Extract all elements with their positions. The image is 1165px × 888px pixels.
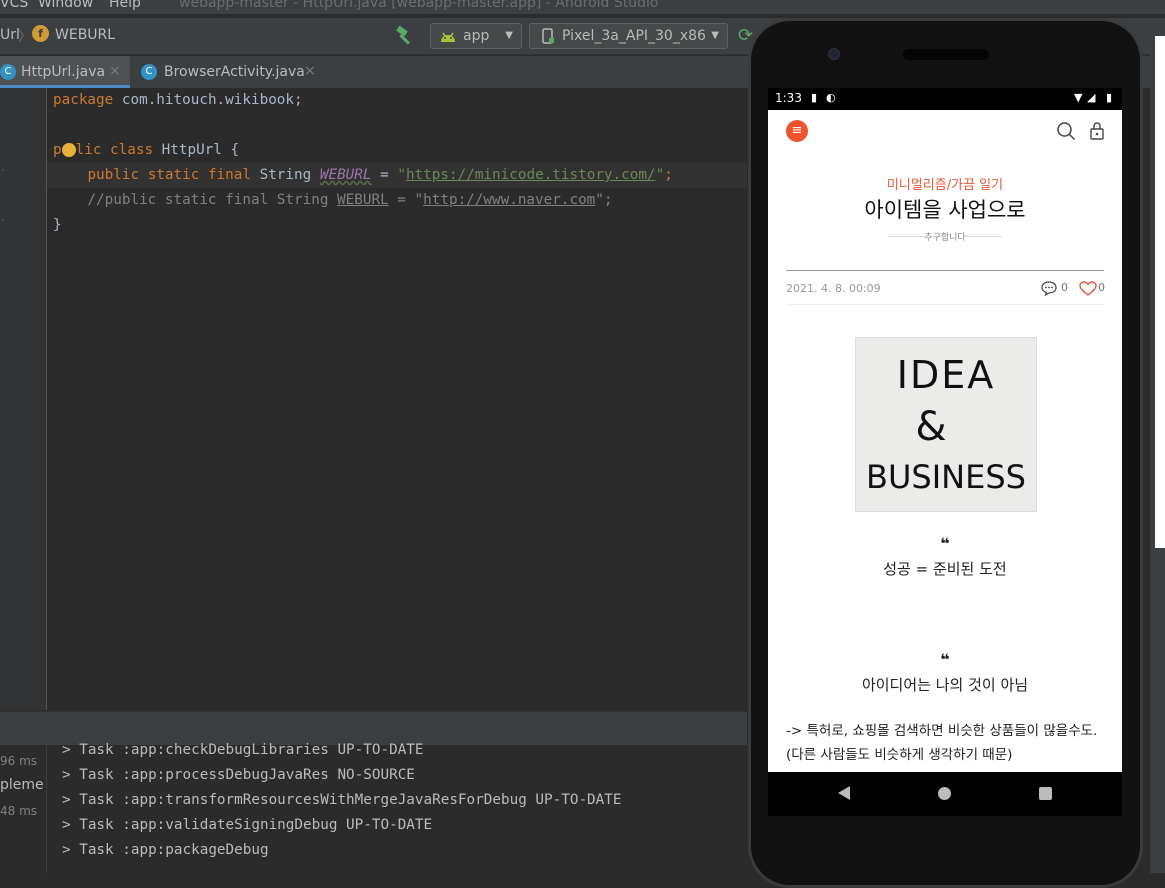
build-time: 48 ms: [0, 804, 38, 818]
run-config-label: app: [463, 28, 490, 44]
menu-window[interactable]: Window: [38, 0, 93, 11]
hamburger-menu-button[interactable]: ≡: [786, 120, 808, 142]
back-icon[interactable]: [838, 786, 850, 800]
close-icon[interactable]: ×: [304, 63, 316, 79]
svg-text:IDEA: IDEA: [897, 353, 995, 397]
code-line: //public static final String WEBURL = "h…: [53, 192, 613, 208]
menu-vcs[interactable]: VCS: [0, 0, 28, 11]
post-subtitle: 추구합니다: [768, 230, 1122, 243]
menu-help[interactable]: Help: [109, 0, 141, 11]
post-date: 2021. 4. 8. 00:09: [786, 282, 881, 295]
menu-bar: VCS Window Help webapp-master - HttpUrl.…: [0, 0, 1165, 14]
device-select[interactable]: Pixel_3a_API_30_x86 ▼: [529, 23, 728, 49]
breadcrumb-separator: 〉: [18, 29, 32, 45]
lock-icon[interactable]: [1089, 121, 1105, 141]
lightbulb-icon[interactable]: [61, 143, 76, 157]
heart-icon[interactable]: [1079, 281, 1097, 296]
quote-text: 아이디어는 나의 것이 아님: [861, 676, 1029, 694]
divider: [786, 304, 1104, 305]
post-image: IDEA & BUSINESS: [855, 337, 1037, 512]
comment-icon[interactable]: [1041, 281, 1057, 296]
wifi-icon: ▼: [1074, 91, 1083, 104]
breadcrumb-file[interactable]: Url: [0, 27, 20, 43]
chevron-down-icon: ▼: [505, 30, 513, 41]
gutter-marker: ˙: [0, 168, 6, 182]
build-tree[interactable]: 96 ms pleme 48 ms: [0, 745, 47, 873]
build-hammer-icon[interactable]: [394, 24, 416, 46]
code-line: }: [53, 217, 62, 233]
android-navigation-bar: [768, 772, 1122, 816]
status-time: 1:33: [775, 91, 802, 105]
like-count: 0: [1098, 281, 1105, 294]
search-icon[interactable]: [1056, 121, 1076, 141]
front-camera: [828, 48, 840, 60]
right-tool-strip: [1150, 18, 1165, 873]
field-icon: f: [32, 25, 49, 42]
signal-icon: ◢: [1087, 91, 1096, 104]
device-label: Pixel_3a_API_30_x86: [562, 28, 706, 44]
gutter-marker: ˙: [0, 218, 6, 232]
code-line: package com.hitouch.wikibook;: [53, 92, 303, 108]
post-title: 아이템을 사업으로: [864, 198, 1026, 222]
tab-httpurl[interactable]: C HttpUrl.java ×: [0, 56, 130, 88]
quote-icon: ❝: [940, 534, 950, 553]
divider: [888, 236, 926, 237]
class-icon: C: [141, 64, 157, 80]
chevron-down-icon: ▼: [711, 30, 719, 41]
comment-count: 0: [1061, 281, 1068, 294]
divider: [964, 236, 1002, 237]
quote-icon: ❝: [940, 650, 950, 669]
phone-screen: ≡ 미니멀리즘/가끔 일기 아이템을 사업으로 추구합니다 2021. 4. 8…: [768, 110, 1122, 772]
post-category[interactable]: 미니멀리즘/가끔 일기: [768, 174, 1122, 193]
build-tree-item[interactable]: pleme: [0, 777, 44, 793]
build-log-line: > Task :app:processDebugJavaRes NO-SOURC…: [62, 767, 415, 783]
earpiece-speaker: [903, 49, 989, 60]
build-log-line: > Task :app:transformResourcesWithMergeJ…: [62, 792, 622, 808]
divider: [786, 270, 1104, 271]
device-icon: [542, 28, 554, 44]
quote-text: 성공 = 준비된 도전: [883, 560, 1007, 578]
sd-card-icon: ▮: [811, 91, 818, 104]
line-gutter[interactable]: ˙ ˙: [0, 88, 47, 710]
post-body: -> 특허로, 쇼핑몰 검색하면 비슷한 상품들이 많을수도. (다른 사람들도…: [786, 723, 1098, 763]
svg-text:BUSINESS: BUSINESS: [866, 458, 1026, 496]
tool-window-panel: [1155, 36, 1165, 548]
code-editor[interactable]: package com.hitouch.wikibook; p lic class…: [47, 88, 747, 710]
build-time: 96 ms: [0, 754, 38, 768]
tab-browser-activity[interactable]: C BrowserActivity.java ×: [132, 56, 332, 88]
battery-icon: ▮: [1106, 91, 1113, 104]
recents-icon[interactable]: [1039, 787, 1052, 800]
breadcrumb-field[interactable]: WEBURL: [55, 27, 115, 43]
run-config-select[interactable]: app ▼: [430, 23, 522, 49]
tab-label: HttpUrl.java: [21, 64, 106, 80]
build-log-line: > Task :app:checkDebugLibraries UP-TO-DA…: [62, 742, 424, 758]
home-icon[interactable]: [938, 787, 951, 800]
panel-divider[interactable]: [0, 711, 747, 746]
build-output[interactable]: > Task :app:checkDebugLibraries UP-TO-DA…: [0, 742, 747, 873]
close-icon[interactable]: ×: [109, 63, 121, 79]
window-title: webapp-master - HttpUrl.java [webapp-mas…: [179, 0, 659, 11]
android-icon: [441, 32, 455, 42]
build-log-line: > Task :app:packageDebug: [62, 842, 269, 858]
idea-business-image: IDEA & BUSINESS: [856, 338, 1036, 511]
notification-icon: ◐: [826, 91, 836, 104]
tab-label: BrowserActivity.java: [164, 64, 305, 80]
code-line: public static final String WEBURL = "htt…: [87, 167, 673, 183]
code-line: p lic class HttpUrl {: [53, 142, 240, 158]
svg-text:&: &: [915, 404, 946, 450]
phone-status-bar: 1:33 ▮ ◐ ▼ ◢ ▮: [768, 88, 1122, 110]
class-icon: C: [0, 64, 16, 80]
build-log-line: > Task :app:validateSigningDebug UP-TO-D…: [62, 817, 433, 833]
